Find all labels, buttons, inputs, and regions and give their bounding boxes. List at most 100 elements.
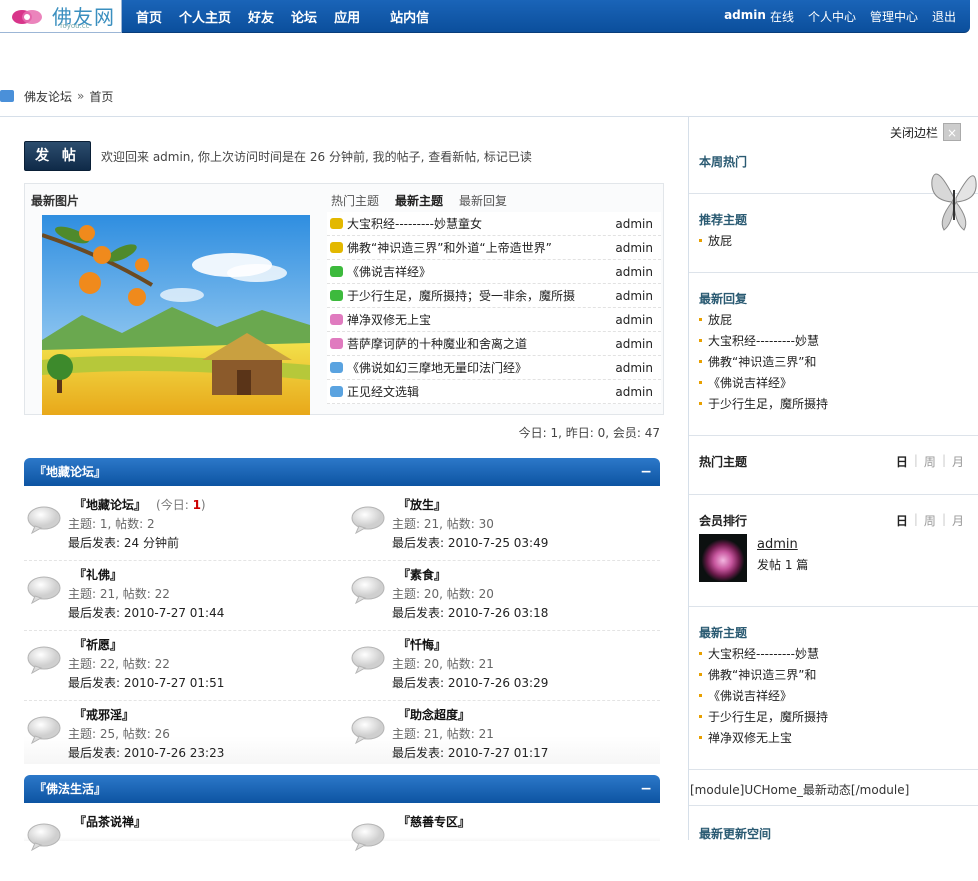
- forum-cell[interactable]: 『助念超度』 主题: 21, 帖数: 21 最后发表: 2010-7-27 01:1…: [348, 704, 648, 774]
- topic-title[interactable]: 菩萨摩诃萨的十种魔业和舍离之道: [347, 335, 527, 352]
- topic-row[interactable]: 佛教“神识造三界”和外道“上帝造世界” admin: [327, 236, 661, 260]
- side-list-item[interactable]: 于少行生足，魔所摄持: [699, 707, 828, 728]
- topic-row[interactable]: 《佛说如幻三摩地无量印法门经》 admin: [327, 356, 661, 380]
- nav-friends[interactable]: 好友: [248, 7, 274, 26]
- topic-author[interactable]: admin: [615, 361, 653, 375]
- forum-name[interactable]: 『地藏论坛』 (今日: 1): [74, 496, 206, 513]
- topic-author[interactable]: admin: [615, 217, 653, 231]
- tab-hot-topics[interactable]: 热门主题: [331, 192, 379, 209]
- forum-cell[interactable]: 『素食』 主题: 20, 帖数: 20 最后发表: 2010-7-26 03:18: [348, 564, 648, 634]
- site-logo[interactable]: 佛友网 foyou.cc: [0, 0, 122, 33]
- topic-row[interactable]: 正见经文选辑 admin: [327, 380, 661, 404]
- topic-row[interactable]: 《佛说吉祥经》 admin: [327, 260, 661, 284]
- forum-cell[interactable]: 『品茶说禅』: [24, 811, 324, 881]
- topic-title[interactable]: 正见经文选辑: [347, 383, 419, 400]
- topic-row[interactable]: 菩萨摩诃萨的十种魔业和舍离之道 admin: [327, 332, 661, 356]
- forum-group-header-2[interactable]: 『佛法生活』 −: [24, 775, 660, 803]
- forum-name[interactable]: 『祈愿』: [74, 636, 122, 653]
- last-post-time[interactable]: 2010-7-25 03:49: [448, 536, 549, 550]
- forum-name-text[interactable]: 『戒邪淫』: [74, 708, 134, 722]
- side-list-item[interactable]: 放屁: [699, 231, 732, 252]
- tab-latest-replies[interactable]: 最新回复: [459, 192, 507, 209]
- nav-forum[interactable]: 论坛: [291, 7, 317, 26]
- forum-name[interactable]: 『慈善专区』: [398, 813, 470, 830]
- topic-author[interactable]: admin: [615, 241, 653, 255]
- forum-group-header-1[interactable]: 『地藏论坛』 −: [24, 458, 660, 486]
- online-status[interactable]: 在线: [770, 8, 794, 25]
- forum-cell[interactable]: 『地藏论坛』 (今日: 1) 主题: 1, 帖数: 2 最后发表: 24 分钟前: [24, 494, 324, 564]
- last-post-time[interactable]: 2010-7-27 01:17: [448, 746, 549, 760]
- forum-name[interactable]: 『礼佛』: [74, 566, 122, 583]
- forum-group-title[interactable]: 『地藏论坛』: [34, 465, 106, 479]
- topic-title[interactable]: 于少行生足，魔所摄持；受一非余，魔所摄: [347, 287, 575, 304]
- rank-username[interactable]: admin: [757, 537, 798, 552]
- last-post-time[interactable]: 24 分钟前: [124, 536, 179, 550]
- collapse-icon[interactable]: −: [640, 458, 652, 486]
- nav-apps[interactable]: 应用: [334, 7, 360, 26]
- user-center-link[interactable]: 个人中心: [808, 8, 856, 25]
- forum-name[interactable]: 『助念超度』: [398, 706, 470, 723]
- topic-row[interactable]: 大宝积经---------妙慧童女 admin: [327, 212, 661, 236]
- close-sidebar-label[interactable]: 关闭边栏: [890, 124, 938, 141]
- side-list-item[interactable]: 放屁: [699, 310, 828, 331]
- forum-cell[interactable]: 『忏悔』 主题: 20, 帖数: 21 最后发表: 2010-7-26 03:29: [348, 634, 648, 704]
- forum-cell[interactable]: 『祈愿』 主题: 22, 帖数: 22 最后发表: 2010-7-27 01:51: [24, 634, 324, 704]
- forum-name-text[interactable]: 『素食』: [398, 568, 446, 582]
- avatar[interactable]: [699, 534, 747, 582]
- topic-title[interactable]: 禅净双修无上宝: [347, 311, 431, 328]
- topic-author[interactable]: admin: [615, 313, 653, 327]
- close-sidebar[interactable]: 关闭边栏 ×: [890, 123, 962, 141]
- topic-title[interactable]: 大宝积经---------妙慧童女: [347, 215, 482, 232]
- period-week[interactable]: 周: [924, 512, 936, 529]
- forum-cell[interactable]: 『放生』 主题: 21, 帖数: 30 最后发表: 2010-7-25 03:49: [348, 494, 648, 564]
- period-day[interactable]: 日: [896, 453, 908, 470]
- period-month[interactable]: 月: [952, 453, 964, 470]
- topic-author[interactable]: admin: [615, 337, 653, 351]
- close-icon[interactable]: ×: [943, 123, 962, 141]
- nav-profile[interactable]: 个人主页: [179, 7, 231, 26]
- last-post-time[interactable]: 2010-7-26 03:29: [448, 676, 549, 690]
- featured-picture[interactable]: 1 2: [42, 215, 310, 415]
- side-list-item[interactable]: 禅净双修无上宝: [699, 728, 828, 749]
- nav-home[interactable]: 首页: [136, 7, 162, 26]
- forum-name-text[interactable]: 『慈善专区』: [398, 815, 470, 829]
- topic-title[interactable]: 佛教“神识造三界”和外道“上帝造世界”: [347, 239, 552, 256]
- topic-title[interactable]: 《佛说吉祥经》: [347, 263, 431, 280]
- last-post-time[interactable]: 2010-7-27 01:44: [124, 606, 225, 620]
- topic-row[interactable]: 于少行生足，魔所摄持；受一非余，魔所摄 admin: [327, 284, 661, 308]
- logout-link[interactable]: 退出: [932, 8, 956, 25]
- topic-author[interactable]: admin: [615, 265, 653, 279]
- side-list-item[interactable]: 《佛说吉祥经》: [699, 373, 828, 394]
- forum-name[interactable]: 『品茶说禅』: [74, 813, 146, 830]
- forum-name-text[interactable]: 『礼佛』: [74, 568, 122, 582]
- breadcrumb-root[interactable]: 佛友论坛: [24, 88, 72, 105]
- side-list-item[interactable]: 于少行生足，魔所摄持: [699, 394, 828, 415]
- topic-author[interactable]: admin: [615, 289, 653, 303]
- forum-name[interactable]: 『戒邪淫』: [74, 706, 134, 723]
- collapse-icon[interactable]: −: [640, 775, 652, 803]
- period-week[interactable]: 周: [924, 453, 936, 470]
- side-list-item[interactable]: 佛教“神识造三界”和: [699, 665, 828, 686]
- forum-name[interactable]: 『放生』: [398, 496, 446, 513]
- new-post-button[interactable]: 发 帖: [24, 141, 91, 171]
- tab-latest-topics[interactable]: 最新主题: [395, 192, 443, 209]
- forum-name-text[interactable]: 『放生』: [398, 498, 446, 512]
- period-day[interactable]: 日: [896, 512, 908, 529]
- forum-group-title[interactable]: 『佛法生活』: [34, 782, 106, 796]
- forum-name-text[interactable]: 『地藏论坛』: [74, 498, 146, 512]
- topic-author[interactable]: admin: [615, 385, 653, 399]
- forum-cell[interactable]: 『礼佛』 主题: 21, 帖数: 22 最后发表: 2010-7-27 01:44: [24, 564, 324, 634]
- side-list-item[interactable]: 大宝积经---------妙慧: [699, 331, 828, 352]
- forum-name-text[interactable]: 『祈愿』: [74, 638, 122, 652]
- forum-name-text[interactable]: 『忏悔』: [398, 638, 446, 652]
- username-link[interactable]: admin: [724, 8, 766, 25]
- period-month[interactable]: 月: [952, 512, 964, 529]
- last-post-time[interactable]: 2010-7-26 23:23: [124, 746, 225, 760]
- topic-row[interactable]: 禅净双修无上宝 admin: [327, 308, 661, 332]
- topic-title[interactable]: 《佛说如幻三摩地无量印法门经》: [347, 359, 527, 376]
- forum-name[interactable]: 『忏悔』: [398, 636, 446, 653]
- last-post-time[interactable]: 2010-7-26 03:18: [448, 606, 549, 620]
- forum-cell[interactable]: 『戒邪淫』 主题: 25, 帖数: 26 最后发表: 2010-7-26 23:23: [24, 704, 324, 774]
- forum-name[interactable]: 『素食』: [398, 566, 446, 583]
- side-list-item[interactable]: 《佛说吉祥经》: [699, 686, 828, 707]
